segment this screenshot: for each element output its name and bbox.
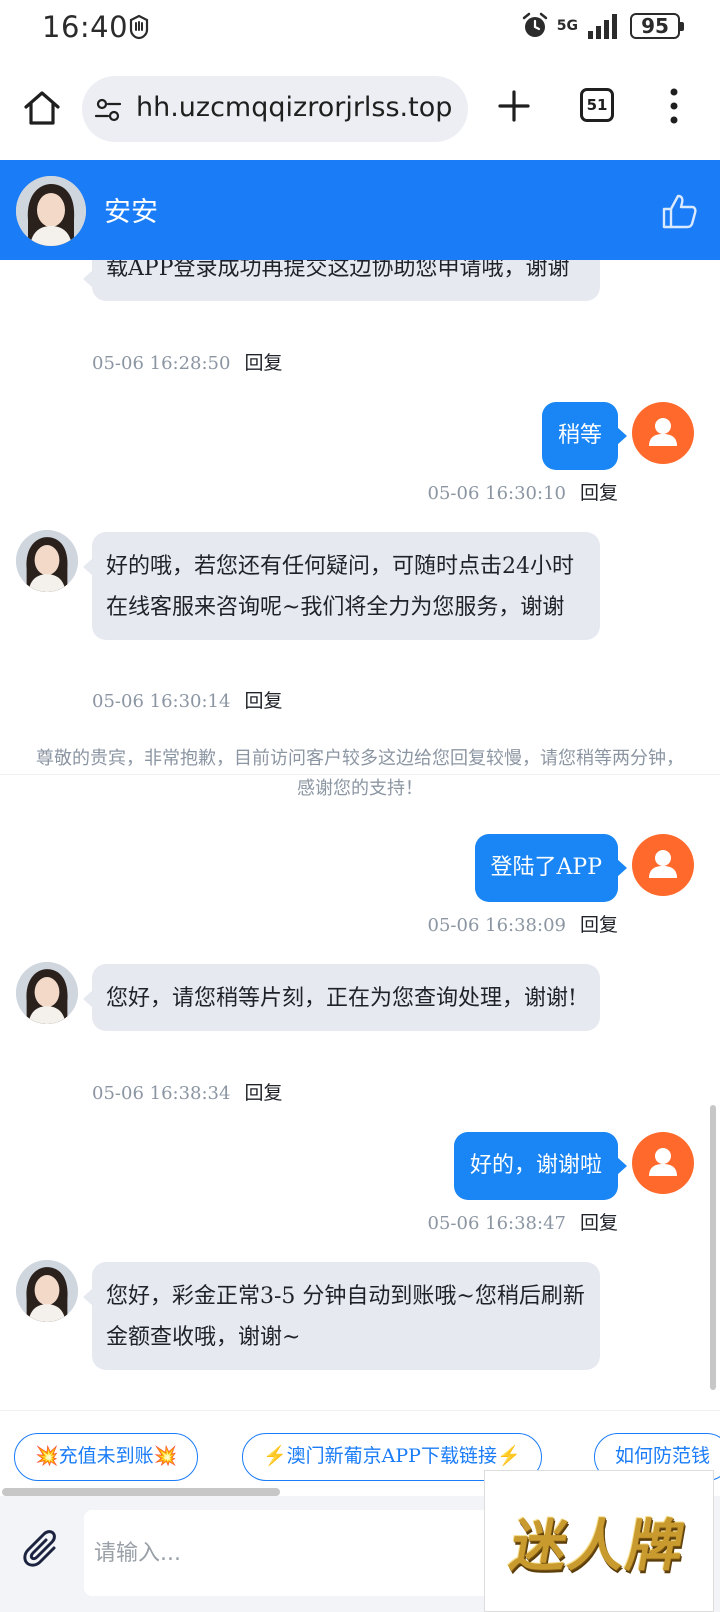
message-list[interactable]: 载APP登录成功再提交这边协助您申请哦，谢谢 05-06 16:28:50 回复 … [0,260,720,1410]
user-message: 好的，谢谢啦 [453,1132,628,1200]
horizontal-scrollbar[interactable] [2,1488,280,1496]
signal-icon [588,14,617,39]
message-meta: 05-06 16:30:14 回复 [92,686,282,713]
user-icon [649,418,677,446]
site-info-icon[interactable] [94,96,122,124]
message-text: 稍等 [557,423,602,448]
url-text[interactable]: hh.uzcmqqizrorjrlss.top [136,92,452,123]
more-menu-icon[interactable] [668,86,680,126]
system-notice: 尊敬的贵宾，非常抱歉，目前访问客户较多这边给您回复较慢，请您稍等两分钟，感谢您的… [30,744,690,804]
status-bar: 16:40 5G 95 [0,0,720,56]
battery-level: 95 [641,14,669,38]
message-time: 05-06 16:30:10 [427,483,566,504]
new-tab-icon[interactable] [494,86,534,126]
tab-count: 51 [586,96,608,114]
message-text: 载APP登录成功再提交这边协助您申请哦，谢谢 [106,260,570,281]
user-icon [649,850,677,878]
message-time: 05-06 16:38:34 [92,1083,231,1104]
browser-toolbar: hh.uzcmqqizrorjrlss.top 51 [0,56,720,160]
user-message: 稍等 [541,402,628,470]
message-input[interactable] [84,1510,504,1596]
user-message: 登陆了APP [474,834,627,902]
message-meta: 05-06 16:38:34 回复 [92,1078,282,1105]
hand-icon [129,14,149,40]
message-meta: 05-06 16:38:47 回复 [428,1208,618,1235]
agent-name: 安安 [104,197,158,228]
battery-icon: 95 [630,13,684,39]
agent-avatar [16,176,86,246]
agent-message: 载APP登录成功再提交这边协助您申请哦，谢谢 [83,260,600,301]
home-icon[interactable] [20,86,64,130]
notice-text: 尊敬的贵宾，非常抱歉，目前访问客户较多这边给您回复较慢，请您稍等两分钟，感谢您的… [36,748,684,799]
quick-reply-chip[interactable]: 💥充值未到账💥 [14,1433,199,1481]
reply-link[interactable]: 回复 [580,482,618,504]
user-avatar [632,834,694,896]
reply-link[interactable]: 回复 [244,352,282,374]
attachment-icon[interactable] [20,1528,66,1574]
alarm-icon [522,12,548,37]
message-time: 05-06 16:38:47 [427,1213,566,1234]
status-right: 5G 95 [521,12,684,40]
tabs-icon[interactable]: 51 [580,88,614,122]
agent-avatar [16,530,78,592]
address-bar[interactable]: hh.uzcmqqizrorjrlss.top [82,76,468,142]
agent-message: 您好，彩金正常3-5 分钟自动到账哦~您稍后刷新金额查收哦，谢谢~ [83,1262,600,1370]
agent-message: 您好，请您稍等片刻，正在为您查询处理，谢谢! [83,964,600,1031]
reply-link[interactable]: 回复 [244,1082,282,1104]
user-avatar [632,402,694,464]
message-meta: 05-06 16:30:10 回复 [428,478,618,505]
message-time: 05-06 16:30:14 [92,691,231,712]
user-avatar [632,1132,694,1194]
vertical-scrollbar[interactable] [710,1105,716,1390]
agent-message: 好的哦，若您还有任何疑问，可随时点击24小时在线客服来咨询呢~我们将全力为您服务… [83,532,600,640]
agent-avatar [16,962,78,1024]
agent-avatar [16,1260,78,1322]
reply-link[interactable]: 回复 [580,914,618,936]
overlay-logo: 迷人牌 [484,1470,714,1612]
user-icon [649,1148,677,1176]
message-text: 您好，请您稍等片刻，正在为您查询处理，谢谢! [106,986,577,1011]
message-time: 05-06 16:38:09 [427,915,566,936]
status-time: 16:40 [42,10,129,44]
reply-link[interactable]: 回复 [580,1212,618,1234]
message-meta: 05-06 16:38:09 回复 [428,910,618,937]
network-type: 5G [556,18,578,34]
message-text: 好的哦，若您还有任何疑问，可随时点击24小时在线客服来咨询呢~我们将全力为您服务… [106,554,574,620]
message-text: 登陆了APP [490,855,603,880]
message-meta: 05-06 16:28:50 回复 [92,348,282,375]
thumbs-up-icon[interactable] [660,192,698,230]
message-text: 好的，谢谢啦 [469,1153,602,1178]
message-text: 您好，彩金正常3-5 分钟自动到账哦~您稍后刷新金额查收哦，谢谢~ [106,1284,585,1350]
chat-header: 安安 [0,160,720,260]
reply-link[interactable]: 回复 [244,690,282,712]
message-time: 05-06 16:28:50 [92,353,231,374]
logo-text: 迷人牌 [505,1512,692,1579]
